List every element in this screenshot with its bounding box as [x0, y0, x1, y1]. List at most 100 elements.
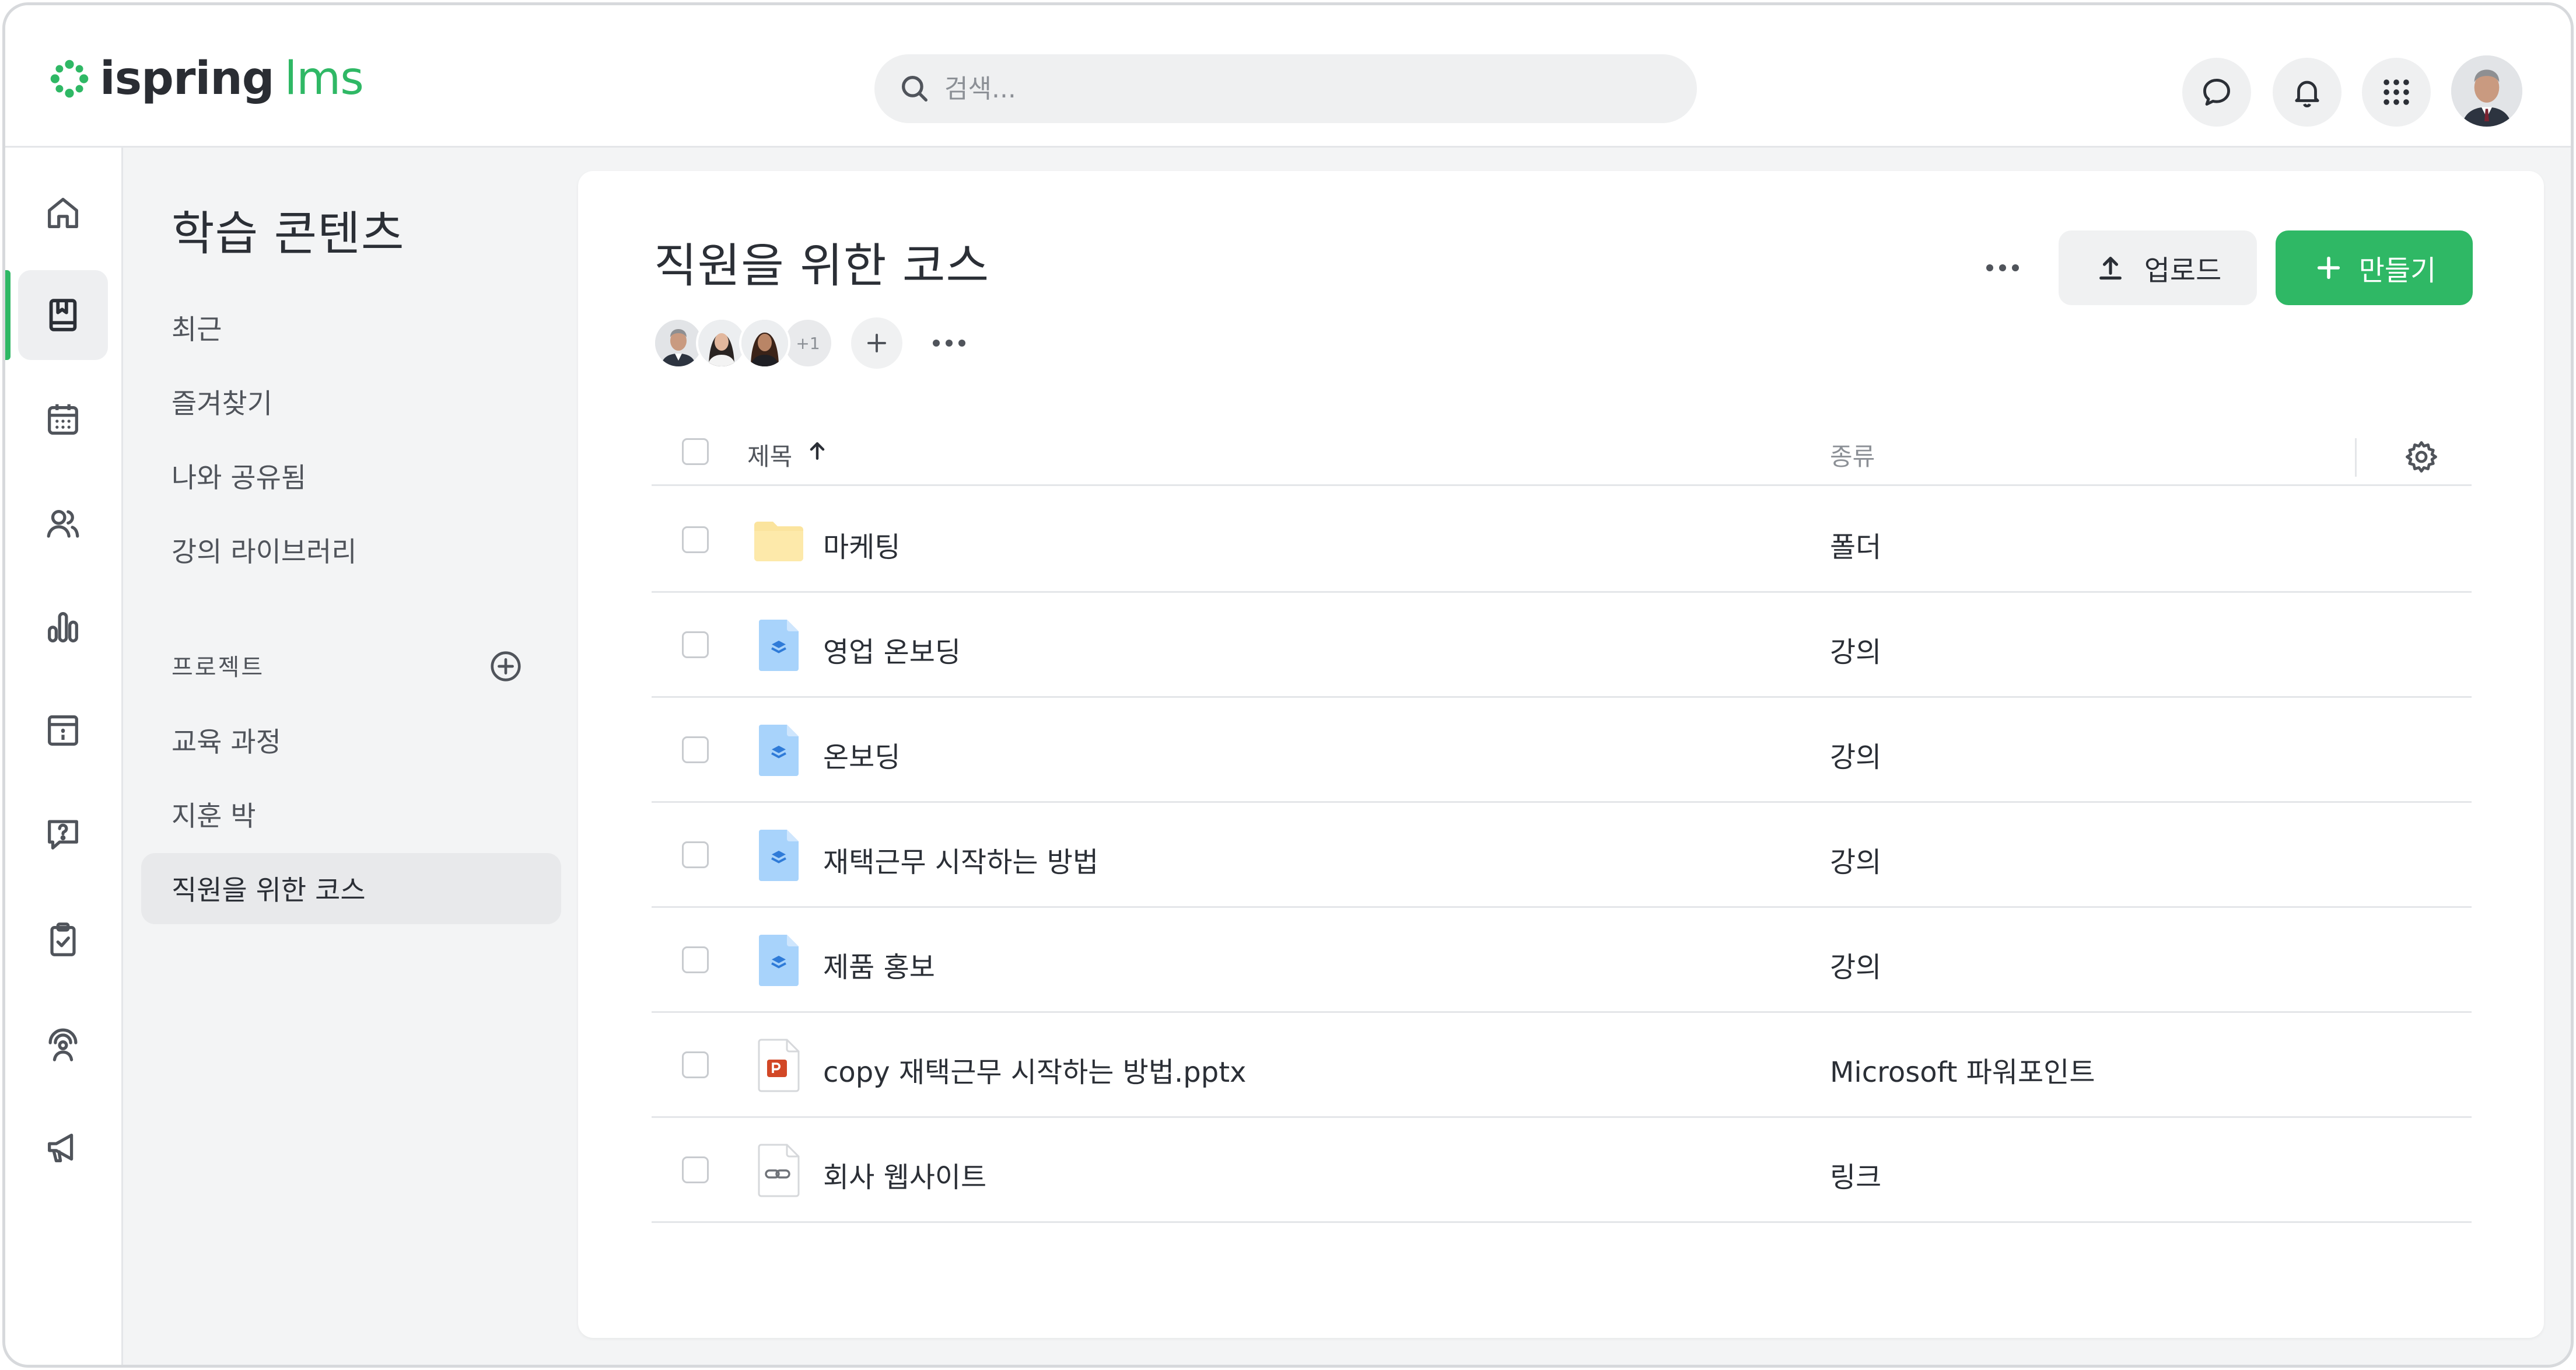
apps-grid-icon: [2384, 79, 2409, 105]
project-members: +1: [653, 317, 965, 369]
item-name[interactable]: copy 재택근무 시작하는 방법.pptx: [823, 1049, 1246, 1090]
gear-icon[interactable]: [2403, 438, 2440, 476]
sidebar-project-jihoon-park[interactable]: 지훈 박: [172, 794, 256, 834]
member-avatar-image: [741, 320, 788, 366]
chat-icon: [2203, 79, 2230, 106]
brand-wordmark: ispring lms: [100, 53, 364, 105]
brand-logo[interactable]: ispring lms: [47, 53, 364, 105]
table-header: 제목 종류: [652, 416, 2472, 486]
select-all-checkbox[interactable]: [682, 438, 709, 465]
members-more-button[interactable]: [933, 340, 965, 347]
table-row[interactable]: 마케팅 폴더: [652, 488, 2472, 593]
nav-info-board[interactable]: [18, 686, 108, 775]
chat-button[interactable]: [2182, 58, 2251, 127]
main-content-card: 직원을 위한 코스 업로드 만들기 +1 제목 종류 마케팅 폴더 영업 온보딩…: [578, 171, 2544, 1338]
nav-tasks[interactable]: [18, 894, 108, 984]
link-file-icon: [758, 1144, 800, 1197]
table-row[interactable]: 제품 홍보 강의: [652, 908, 2472, 1013]
user-avatar[interactable]: [2451, 55, 2522, 127]
page-title: 직원을 위한 코스: [654, 239, 990, 293]
dot: [958, 340, 965, 347]
dot: [2012, 264, 2019, 271]
sidebar-item-course-library[interactable]: 강의 라이브러리: [172, 529, 357, 569]
icon-rail: [5, 148, 123, 1365]
more-options-button[interactable]: [1986, 264, 2019, 271]
content-sidebar: 학습 콘텐츠 최근 즐겨찾기 나와 공유됨 강의 라이브러리 프로젝트 교육 과…: [125, 149, 568, 1365]
column-type-header[interactable]: 종류: [1830, 437, 1875, 473]
sort-ascending-icon[interactable]: [804, 438, 830, 464]
search-icon: [902, 76, 928, 102]
help-question-icon: [48, 820, 78, 850]
ispring-logo-icon: [50, 60, 89, 98]
content-book-icon: [49, 299, 77, 331]
item-name[interactable]: 온보딩: [823, 734, 900, 775]
item-name[interactable]: 영업 온보딩: [823, 629, 961, 670]
item-name[interactable]: 마케팅: [823, 524, 900, 565]
user-avatar-image: [2451, 55, 2522, 127]
folder-icon: [754, 522, 803, 561]
item-type: Microsoft 파워포인트: [1830, 1056, 2095, 1089]
nav-content[interactable]: [18, 270, 108, 360]
nav-help[interactable]: [18, 789, 108, 879]
nav-announcements[interactable]: [18, 1102, 108, 1192]
row-checkbox[interactable]: [682, 1156, 709, 1183]
apps-button[interactable]: [2362, 58, 2431, 127]
upload-icon: [2099, 257, 2122, 280]
bell-icon: [2295, 81, 2319, 107]
table-row[interactable]: copy 재택근무 시작하는 방법.pptx Microsoft 파워포인트: [652, 1013, 2472, 1118]
sidebar-item-recent[interactable]: 최근: [172, 307, 222, 347]
dot: [1986, 264, 1993, 271]
add-project-icon[interactable]: [488, 648, 524, 684]
column-divider: [2355, 438, 2357, 477]
nav-home[interactable]: [18, 168, 108, 258]
create-button[interactable]: 만들기: [2276, 230, 2473, 305]
search-bar[interactable]: [874, 54, 1697, 123]
home-icon: [48, 198, 78, 228]
row-checkbox[interactable]: [682, 631, 709, 658]
table-row[interactable]: 회사 웹사이트 링크: [652, 1118, 2472, 1223]
row-checkbox[interactable]: [682, 736, 709, 763]
nav-users[interactable]: [18, 478, 108, 568]
row-checkbox[interactable]: [682, 526, 709, 553]
brand-suffix: lms: [284, 53, 364, 105]
nav-calendar[interactable]: [18, 375, 108, 464]
sidebar-project-employee-courses[interactable]: 직원을 위한 코스: [172, 868, 366, 908]
tasks-clipboard-icon: [50, 922, 76, 956]
item-name[interactable]: 재택근무 시작하는 방법: [823, 839, 1098, 880]
upload-label: 업로드: [2144, 254, 2222, 287]
sidebar-item-shared-with-me[interactable]: 나와 공유됨: [172, 455, 306, 495]
item-type: 강의: [1830, 846, 1882, 879]
row-checkbox[interactable]: [682, 946, 709, 973]
reports-chart-icon: [48, 612, 78, 642]
nav-reports[interactable]: [18, 582, 108, 672]
table-row[interactable]: 재택근무 시작하는 방법 강의: [652, 803, 2472, 908]
item-type: 강의: [1830, 741, 1882, 774]
nav-coach[interactable]: [18, 999, 108, 1089]
notifications-button[interactable]: [2273, 58, 2342, 127]
course-file-icon: [759, 725, 799, 776]
item-name[interactable]: 회사 웹사이트: [823, 1154, 986, 1195]
upload-button[interactable]: 업로드: [2059, 230, 2257, 305]
item-type: 강의: [1830, 636, 1882, 669]
member-avatar[interactable]: [739, 317, 790, 369]
search-input[interactable]: [944, 74, 1644, 104]
table-row[interactable]: 온보딩 강의: [652, 698, 2472, 803]
table-row[interactable]: 영업 온보딩 강의: [652, 593, 2472, 698]
item-name[interactable]: 제품 홍보: [823, 944, 935, 985]
add-member-button[interactable]: [851, 317, 902, 369]
dot: [933, 340, 940, 347]
plus-icon: [2317, 256, 2340, 279]
column-title-header[interactable]: 제목: [747, 437, 792, 473]
member-avatar-image: [655, 320, 702, 366]
item-type: 폴더: [1830, 531, 1882, 564]
member-avatar-image: [698, 320, 745, 366]
row-checkbox[interactable]: [682, 1051, 709, 1078]
sidebar-project-training[interactable]: 교육 과정: [172, 719, 281, 760]
item-type: 링크: [1830, 1161, 1882, 1194]
dot: [1999, 264, 2006, 271]
brand-name: ispring: [100, 53, 275, 105]
row-checkbox[interactable]: [682, 841, 709, 868]
course-file-icon: [759, 830, 799, 881]
active-indicator: [5, 270, 10, 360]
sidebar-item-favorites[interactable]: 즐겨찾기: [172, 381, 272, 421]
